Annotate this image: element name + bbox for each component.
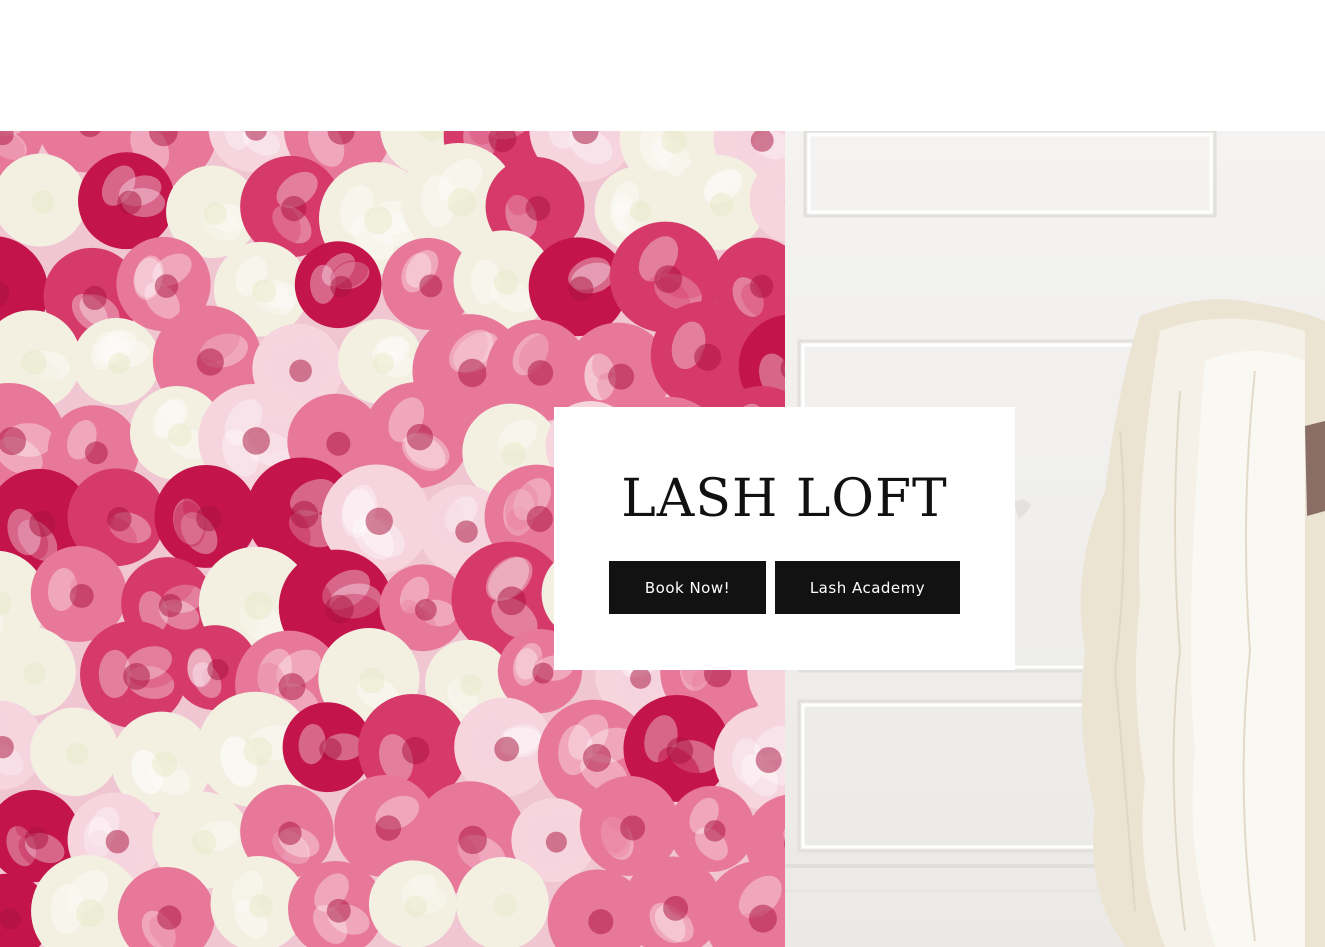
peony-flower [294, 241, 382, 329]
lash-academy-button[interactable]: Lash Academy [775, 561, 960, 614]
page: LASH LOFT Book Now! Lash Academy [0, 0, 1325, 947]
peony-flower [30, 707, 119, 797]
peony-flower [72, 317, 160, 406]
book-now-button[interactable]: Book Now! [609, 561, 766, 614]
peony-flower [78, 152, 175, 250]
peony-flower [368, 860, 457, 947]
hero-card: LASH LOFT Book Now! Lash Academy [554, 407, 1015, 670]
peony-flower [455, 857, 549, 947]
brand-title: LASH LOFT [621, 469, 948, 529]
header-area [0, 0, 1325, 131]
peony-flower [80, 620, 188, 728]
wall-panel-top [803, 131, 1217, 218]
